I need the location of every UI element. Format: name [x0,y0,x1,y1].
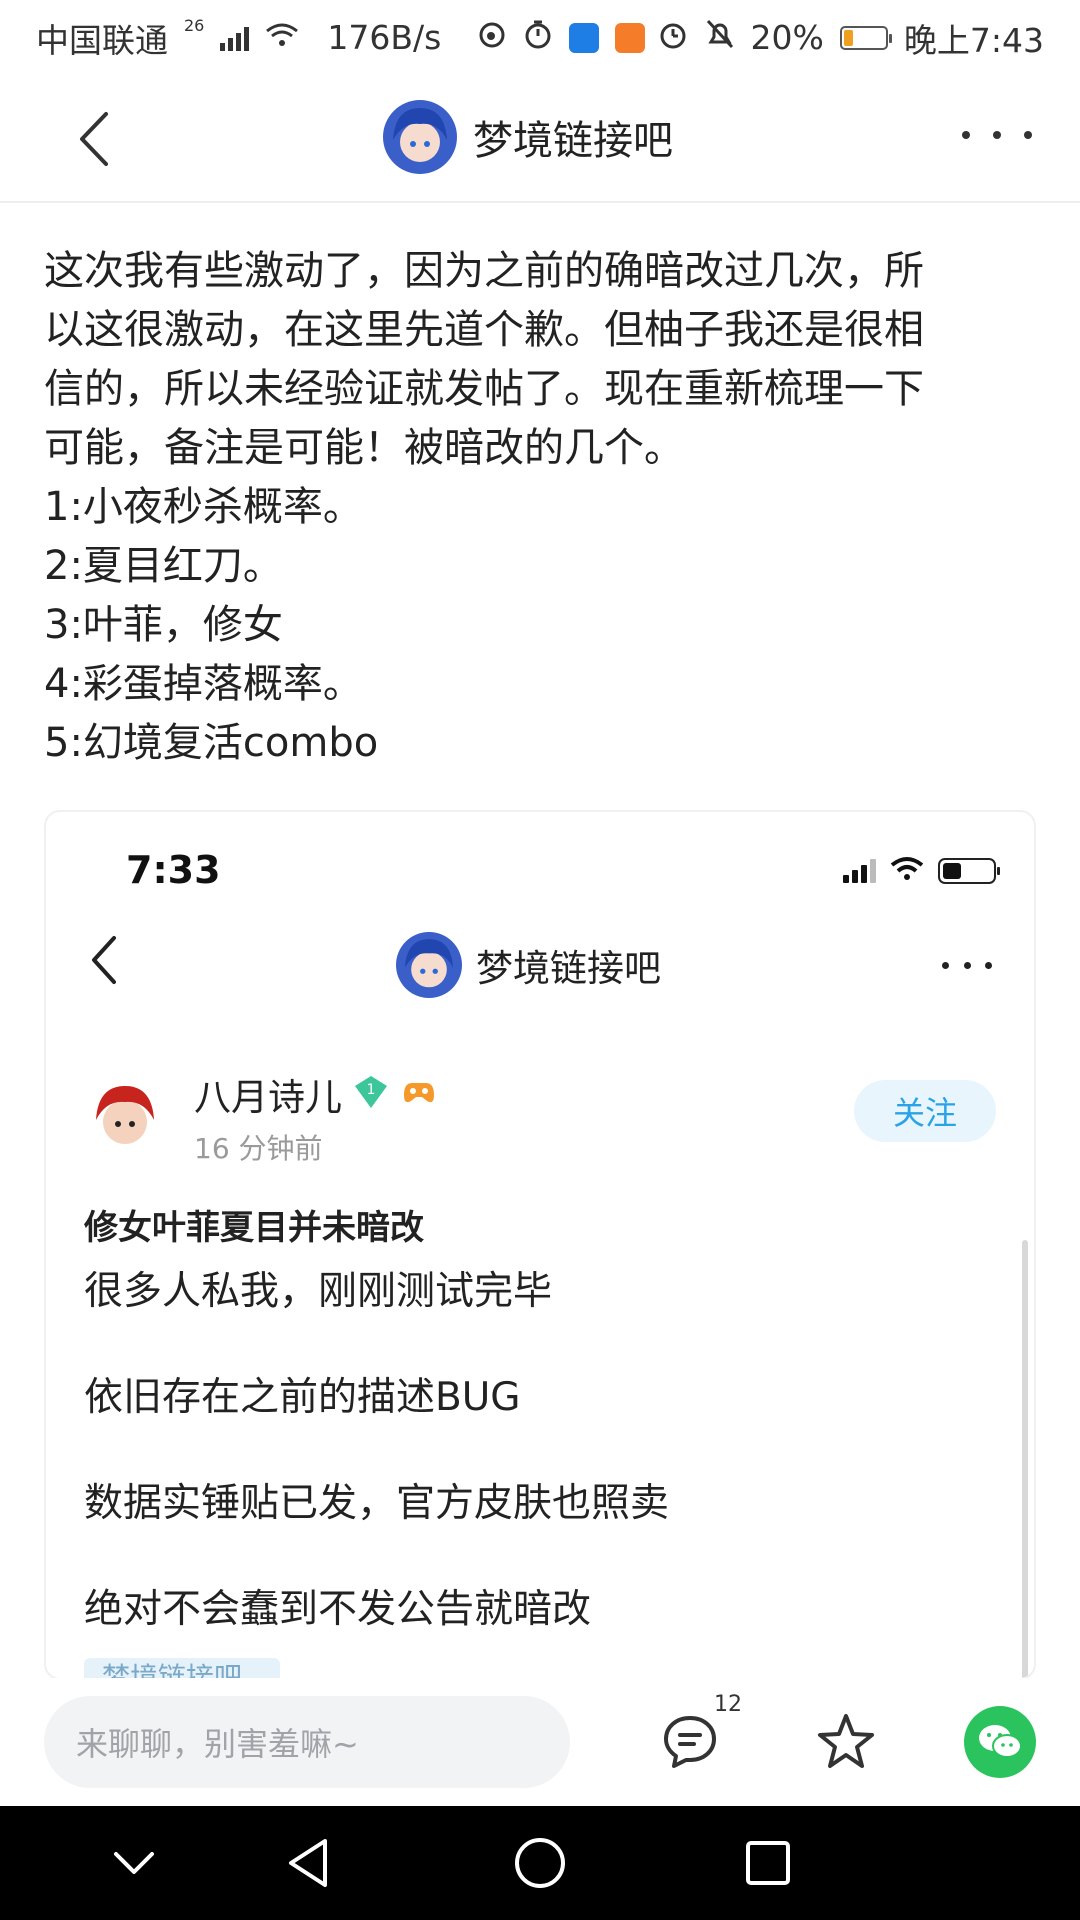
battery-icon [839,25,892,50]
post-line: 4:彩蛋掉落概率。 [44,661,363,707]
screenshot-forum-title: 梦境链接吧 [476,947,661,990]
screenshot-forum-header: 梦境链接吧 [396,932,661,998]
comment-icon[interactable] [660,1712,720,1772]
network-speed: 176B/s [327,18,442,57]
forum-avatar [396,932,462,998]
screenshot-post-line: 数据实锤贴已发，官方皮肤也照卖 [84,1481,670,1526]
screenshot-scrollbar [1022,1240,1028,1678]
author-name: 八月诗儿 [194,1076,342,1119]
nav-collapse-icon[interactable] [84,1806,184,1920]
screenshot-forum-tag: 梦境链接吧 [84,1658,280,1678]
more-dots-icon [942,962,992,972]
weibo-icon [477,18,507,57]
post-line: 这次我有些激动了，因为之前的确暗改过几次，所 [44,248,924,294]
system-nav-bar [0,1806,1080,1920]
nav-recents-icon[interactable] [718,1806,818,1920]
wechat-icon[interactable] [964,1706,1036,1778]
timer-icon [523,18,553,57]
more-dots-icon[interactable] [962,115,1032,155]
chevron-left-icon [88,932,132,988]
author-row: 八月诗儿 1 16 分钟前 [84,1067,438,1167]
game-badge-icon [400,1077,438,1111]
top-nav-bar: 梦境链接吧 [0,75,1080,203]
nav-home-icon[interactable] [490,1806,590,1920]
uc-browser-icon [615,22,646,53]
post-line: 信的，所以未经验证就发帖了。现在重新梳理一下 [44,366,924,412]
post-time: 16 分钟前 [194,1132,323,1165]
svg-text:1: 1 [367,1082,376,1098]
author-avatar [84,1076,166,1158]
wifi-icon [265,18,299,57]
screenshot-status-icons [843,856,1000,886]
star-icon[interactable] [814,1710,878,1774]
clock: 晚上7:43 [903,20,1044,60]
bottom-action-bar: 来聊聊，别害羞嘛~ 12 [0,1678,1080,1806]
comment-count: 12 [714,1692,742,1717]
post-line: 2:夏目红刀。 [44,543,283,589]
battery-percent: 20% [750,18,824,57]
alarm-icon [657,18,689,58]
forum-title: 梦境链接吧 [473,118,673,164]
signal-icon [220,25,250,51]
embedded-screenshot[interactable]: 7:33 梦境链接吧 八月诗儿 1 16 分钟前 关注 修女叶菲夏目并未暗改 很… [44,810,1036,1680]
screenshot-time: 7:33 [126,848,221,892]
carrier-label: 中国联通 [36,20,168,60]
shield-app-icon [569,22,600,53]
post-line: 3:叶菲，修女 [44,602,283,648]
forum-header[interactable]: 梦境链接吧 [383,97,673,177]
post-line: 5:幻境复活combo [44,720,379,766]
screenshot-post-body: 很多人私我，刚刚测试完毕 依旧存在之前的描述BUG 数据实锤贴已发，官方皮肤也照… [84,1252,669,1676]
level-badge-icon: 1 [352,1074,390,1114]
post-line: 1:小夜秒杀概率。 [44,484,363,530]
status-bar: 中国联通 26 176B/s 20% 晚上7:43 [0,0,1080,75]
wifi-icon [890,856,924,886]
post-body: 这次我有些激动了，因为之前的确暗改过几次，所 以这很激动，在这里先道个歉。但柚子… [44,242,1044,773]
comment-input[interactable]: 来聊聊，别害羞嘛~ [44,1696,570,1788]
screenshot-post-line: 依旧存在之前的描述BUG [84,1375,521,1420]
nav-back-icon[interactable] [258,1806,358,1920]
mute-icon [705,18,735,58]
post-line: 可能，备注是可能！被暗改的几个。 [44,425,684,471]
screenshot-post-line: 很多人私我，刚刚测试完毕 [84,1269,553,1314]
forum-avatar [383,100,457,174]
post-line: 以这很激动，在这里先道个歉。但柚子我还是很相 [44,307,924,353]
signal-icon [843,859,876,883]
chevron-left-icon[interactable] [66,107,120,171]
follow-button: 关注 [854,1080,996,1142]
network-gen-label: 26 [184,16,205,35]
battery-icon [938,858,1000,884]
screenshot-post-title: 修女叶菲夏目并未暗改 [84,1208,424,1248]
